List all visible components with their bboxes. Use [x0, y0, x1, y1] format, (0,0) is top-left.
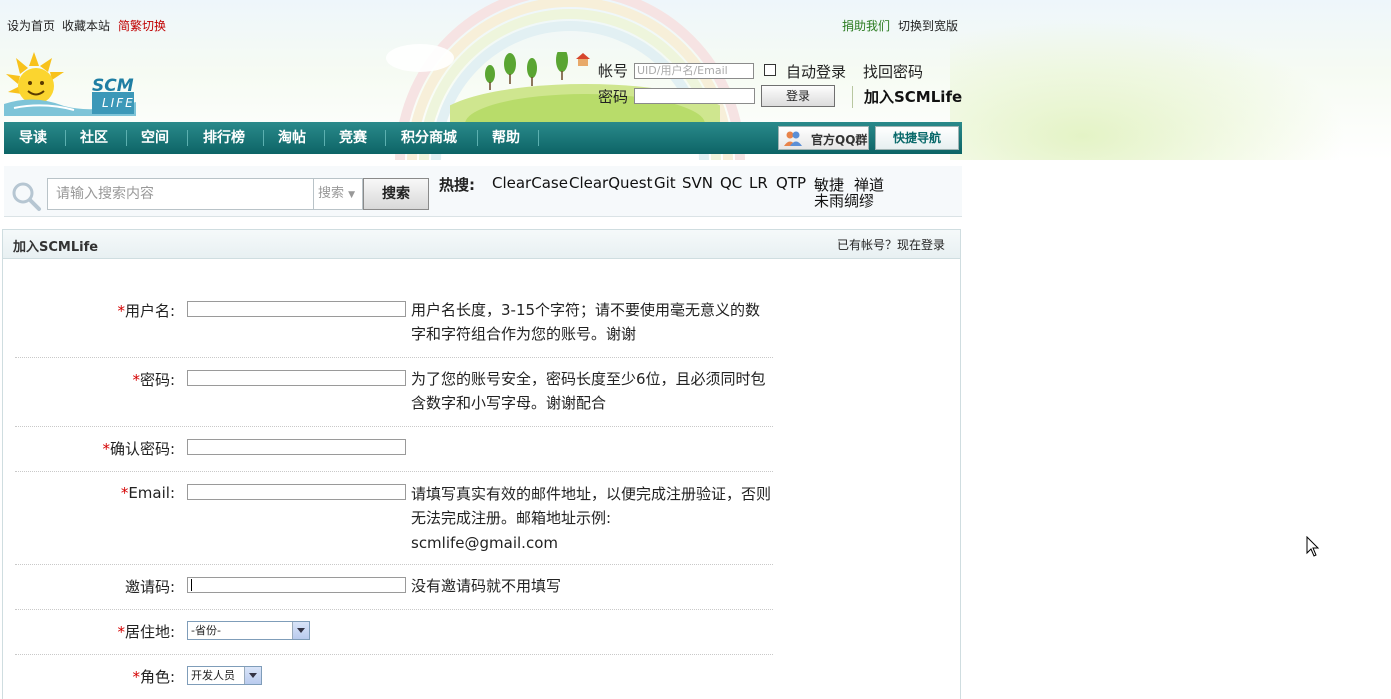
row-divider — [15, 471, 773, 472]
email-hint: 请填写真实有效的邮件地址，以便完成注册验证，否则无法完成注册。邮箱地址示例: — [411, 485, 772, 527]
nav-item-ranking[interactable]: 排行榜 — [203, 122, 245, 154]
required-mark: * — [117, 302, 125, 320]
trad-simp-switch-link[interactable]: 简繁切换 — [118, 17, 166, 34]
nav-item-points-mall[interactable]: 积分商城 — [401, 122, 457, 154]
donate-link[interactable]: 捐助我们 — [842, 17, 890, 34]
nav-separator — [477, 130, 478, 146]
nav-item-guide[interactable]: 导读 — [19, 122, 47, 154]
confirm-password-label: *确认密码: — [102, 440, 175, 458]
hot-term[interactable]: ClearCase — [492, 174, 568, 192]
invite-code-label: 邀请码: — [124, 578, 175, 596]
invite-code-hint: 没有邀请码就不用填写 — [411, 577, 562, 595]
mouse-cursor-icon — [1306, 536, 1320, 557]
chevron-down-icon — [292, 622, 309, 639]
hot-term[interactable]: QC — [720, 174, 742, 192]
panel-title: 加入SCMLife — [13, 240, 99, 255]
panel-header — [3, 230, 960, 259]
set-homepage-link[interactable]: 设为首页 — [7, 17, 55, 34]
province-select-value: -省份- — [191, 624, 221, 637]
row-divider — [15, 426, 773, 427]
nav-separator — [187, 130, 188, 146]
auto-login-label: 自动登录 — [786, 63, 847, 81]
nav-item-space[interactable]: 空间 — [141, 122, 169, 154]
join-link[interactable]: 加入SCMLife — [864, 86, 962, 107]
password-field-label: *密码: — [132, 371, 175, 389]
confirm-password-field[interactable] — [187, 439, 406, 455]
nav-separator — [538, 130, 539, 146]
quick-nav-button[interactable]: 快捷导航 — [875, 126, 959, 150]
have-account-login-link[interactable]: 已有帐号？现在登录 — [837, 236, 945, 253]
hot-term[interactable]: QTP — [776, 174, 806, 192]
nav-item-community[interactable]: 社区 — [80, 122, 108, 154]
role-label: *角色: — [132, 668, 175, 686]
nav-separator — [126, 130, 127, 146]
nav-item-contest[interactable]: 竞赛 — [339, 122, 367, 154]
search-input[interactable]: 请输入搜索内容 — [47, 178, 313, 210]
nav-item-help[interactable]: 帮助 — [492, 122, 520, 154]
email-example: scmlife@gmail.com — [411, 534, 558, 552]
username-hint: 用户名长度，3-15个字符；请不要使用毫无意义的数字和字符组合作为您的账号。谢谢 — [411, 301, 761, 343]
logo-text-life: LIFE — [102, 96, 135, 110]
nav-separator — [324, 130, 325, 146]
required-mark: * — [102, 440, 110, 458]
required-mark: * — [132, 668, 140, 686]
hot-search-label: 热搜: — [439, 176, 475, 194]
auto-login-checkbox[interactable] — [764, 64, 776, 76]
password-field[interactable] — [187, 370, 406, 386]
role-select-value: 开发人员 — [191, 669, 235, 682]
forgot-password-link[interactable]: 找回密码 — [863, 61, 923, 82]
residence-label: *居住地: — [117, 623, 175, 641]
nav-separator — [65, 130, 66, 146]
text-caret — [191, 579, 192, 591]
hot-term[interactable]: SVN — [682, 174, 713, 192]
chevron-down-icon: ▼ — [348, 190, 356, 200]
people-icon — [784, 131, 802, 146]
search-button[interactable]: 搜索 — [363, 178, 429, 210]
search-icon — [12, 182, 41, 211]
bookmark-site-link[interactable]: 收藏本站 — [62, 17, 110, 34]
email-label: *Email: — [120, 484, 175, 502]
divider — [852, 86, 853, 108]
site-logo[interactable]: SCM LIFE — [4, 50, 136, 116]
chevron-down-icon — [244, 667, 261, 684]
province-select[interactable]: -省份- — [187, 621, 310, 640]
qq-group-label: 官方QQ群 — [811, 133, 868, 147]
hot-term[interactable]: LR — [749, 174, 768, 192]
hot-term[interactable]: Git — [654, 174, 676, 192]
header-decoration — [950, 0, 1391, 160]
qq-group-button[interactable]: 官方QQ群 — [778, 126, 869, 150]
row-divider — [15, 609, 773, 610]
nav-separator — [385, 130, 386, 146]
hot-term[interactable]: ClearQuest — [569, 174, 652, 192]
row-divider — [15, 654, 773, 655]
search-scope-select[interactable]: 搜索 ▼ — [313, 178, 363, 210]
username-label: *用户名: — [117, 302, 175, 320]
required-mark: * — [117, 623, 125, 641]
role-select[interactable]: 开发人员 — [187, 666, 262, 685]
required-mark: * — [132, 371, 140, 389]
username-input[interactable] — [187, 301, 406, 317]
password-input[interactable] — [634, 88, 755, 104]
wide-version-link[interactable]: 切换到宽版 — [898, 17, 958, 34]
account-input[interactable]: UID/用户名/Email — [634, 63, 754, 79]
row-divider — [15, 357, 773, 358]
invite-code-field[interactable] — [187, 577, 406, 593]
nav-separator — [263, 130, 264, 146]
hot-term[interactable]: 未雨绸缪 — [814, 190, 874, 211]
logo-text-scm: SCM — [92, 76, 134, 96]
password-label: 密码 — [598, 88, 629, 106]
row-divider — [15, 564, 773, 565]
account-label: 帐号 — [598, 62, 629, 80]
login-button[interactable]: 登录 — [761, 85, 835, 107]
nav-item-collections[interactable]: 淘帖 — [278, 122, 306, 154]
email-field[interactable] — [187, 484, 406, 500]
password-hint: 为了您的账号安全，密码长度至少6位，且必须同时包含数字和小写字母。谢谢配合 — [411, 370, 766, 412]
search-scope-value: 搜索 — [318, 186, 345, 201]
